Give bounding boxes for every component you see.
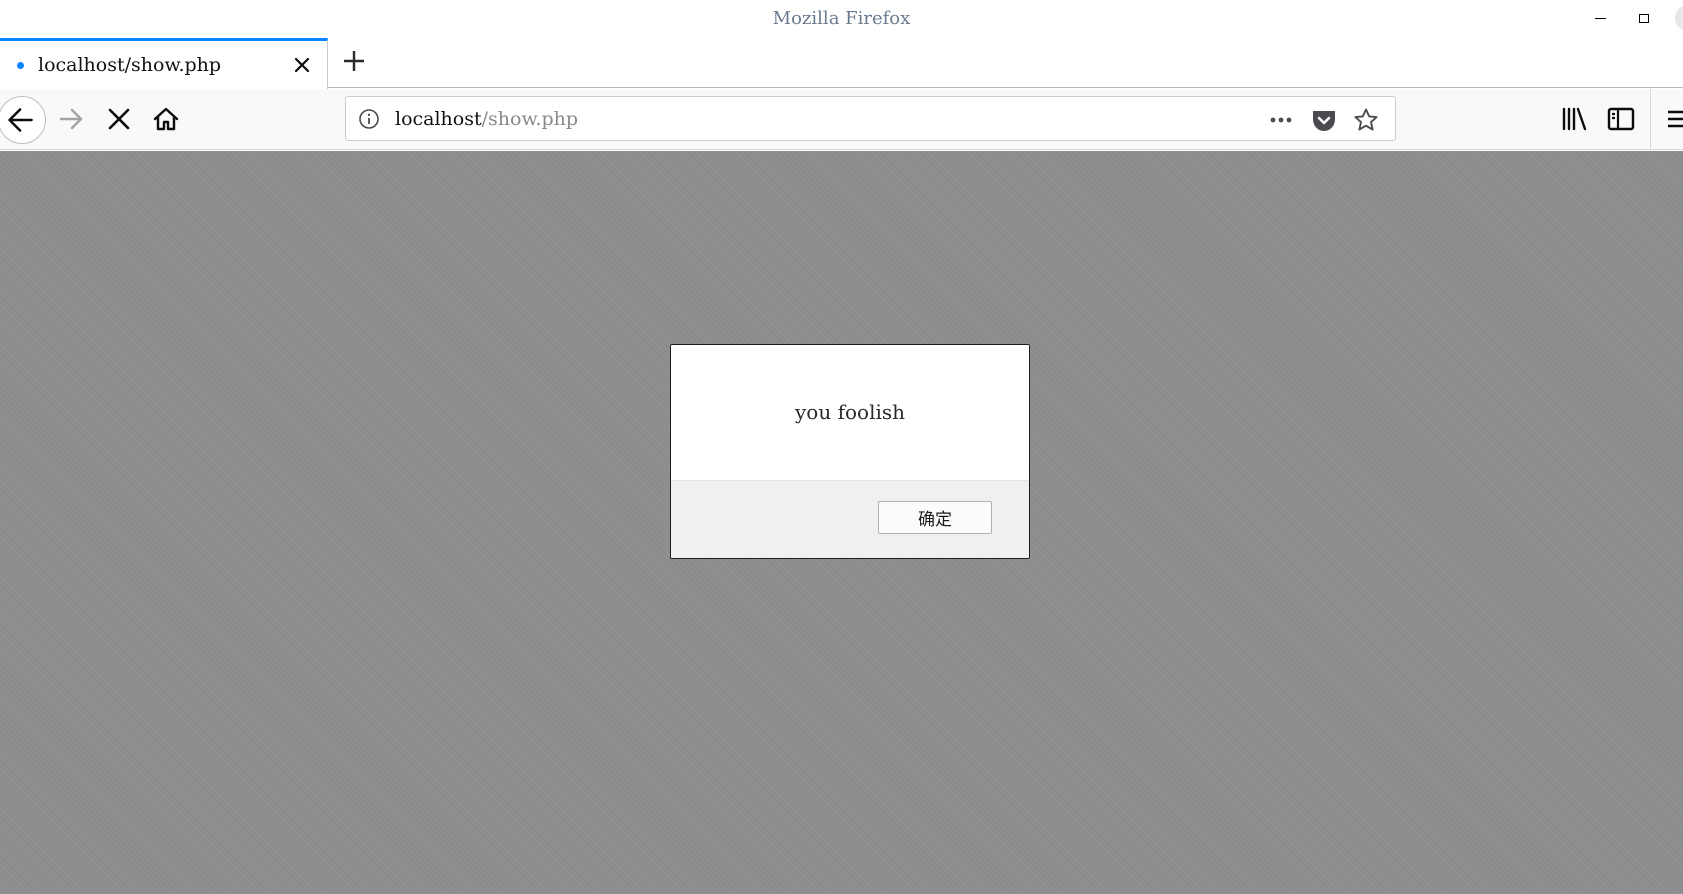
window-title: Mozilla Firefox bbox=[772, 8, 911, 29]
bookmark-button[interactable] bbox=[1353, 107, 1379, 133]
alert-footer: 确定 bbox=[671, 480, 1029, 558]
back-button[interactable] bbox=[0, 96, 46, 144]
loading-indicator-icon bbox=[17, 62, 24, 69]
tab-strip: localhost/show.php bbox=[0, 38, 1683, 89]
tab-close-button[interactable] bbox=[290, 53, 314, 77]
ok-button[interactable]: 确定 bbox=[878, 501, 992, 534]
alert-message: you foolish bbox=[795, 400, 905, 424]
browser-window: Mozilla Firefox localhost/show.php local… bbox=[0, 0, 1683, 894]
alert-message-area: you foolish bbox=[671, 345, 1029, 480]
maximize-icon bbox=[1639, 13, 1649, 23]
title-bar: Mozilla Firefox bbox=[0, 0, 1683, 38]
plus-icon bbox=[344, 51, 364, 71]
url-host: localhost bbox=[395, 108, 482, 130]
star-icon bbox=[1354, 108, 1378, 131]
sidebar-icon bbox=[1607, 107, 1635, 131]
forward-arrow-icon bbox=[59, 108, 83, 130]
maximize-button[interactable] bbox=[1631, 6, 1657, 30]
tab-label: localhost/show.php bbox=[38, 54, 222, 76]
back-arrow-icon bbox=[8, 108, 33, 132]
pocket-button[interactable] bbox=[1311, 107, 1337, 133]
new-tab-button[interactable] bbox=[339, 46, 369, 76]
pocket-icon bbox=[1313, 111, 1335, 131]
stop-button[interactable] bbox=[101, 101, 137, 137]
minimize-icon bbox=[1594, 17, 1606, 19]
hamburger-menu-icon bbox=[1668, 110, 1683, 128]
home-icon bbox=[153, 107, 179, 131]
page-content-overlay: you foolish 确定 bbox=[0, 151, 1683, 894]
forward-button[interactable] bbox=[53, 101, 89, 137]
site-info-button[interactable] bbox=[358, 108, 380, 130]
url-text[interactable]: localhost/show.php bbox=[395, 108, 578, 130]
sidebar-button[interactable] bbox=[1603, 101, 1639, 137]
close-icon bbox=[294, 57, 310, 73]
tab-show-php[interactable]: localhost/show.php bbox=[0, 38, 328, 89]
menu-button[interactable] bbox=[1663, 101, 1683, 137]
alert-dialog: you foolish 确定 bbox=[670, 344, 1030, 559]
stop-icon bbox=[108, 108, 130, 130]
more-horizontal-icon bbox=[1270, 117, 1292, 123]
page-actions-button[interactable] bbox=[1268, 107, 1294, 133]
minimize-button[interactable] bbox=[1587, 6, 1613, 30]
toolbar-separator bbox=[1650, 89, 1651, 150]
info-icon bbox=[359, 109, 379, 129]
url-bar[interactable]: localhost/show.php bbox=[345, 96, 1396, 141]
home-button[interactable] bbox=[148, 101, 184, 137]
url-path: /show.php bbox=[481, 108, 579, 130]
library-icon bbox=[1562, 107, 1587, 131]
navigation-toolbar: localhost/show.php bbox=[0, 89, 1683, 150]
library-button[interactable] bbox=[1556, 101, 1592, 137]
